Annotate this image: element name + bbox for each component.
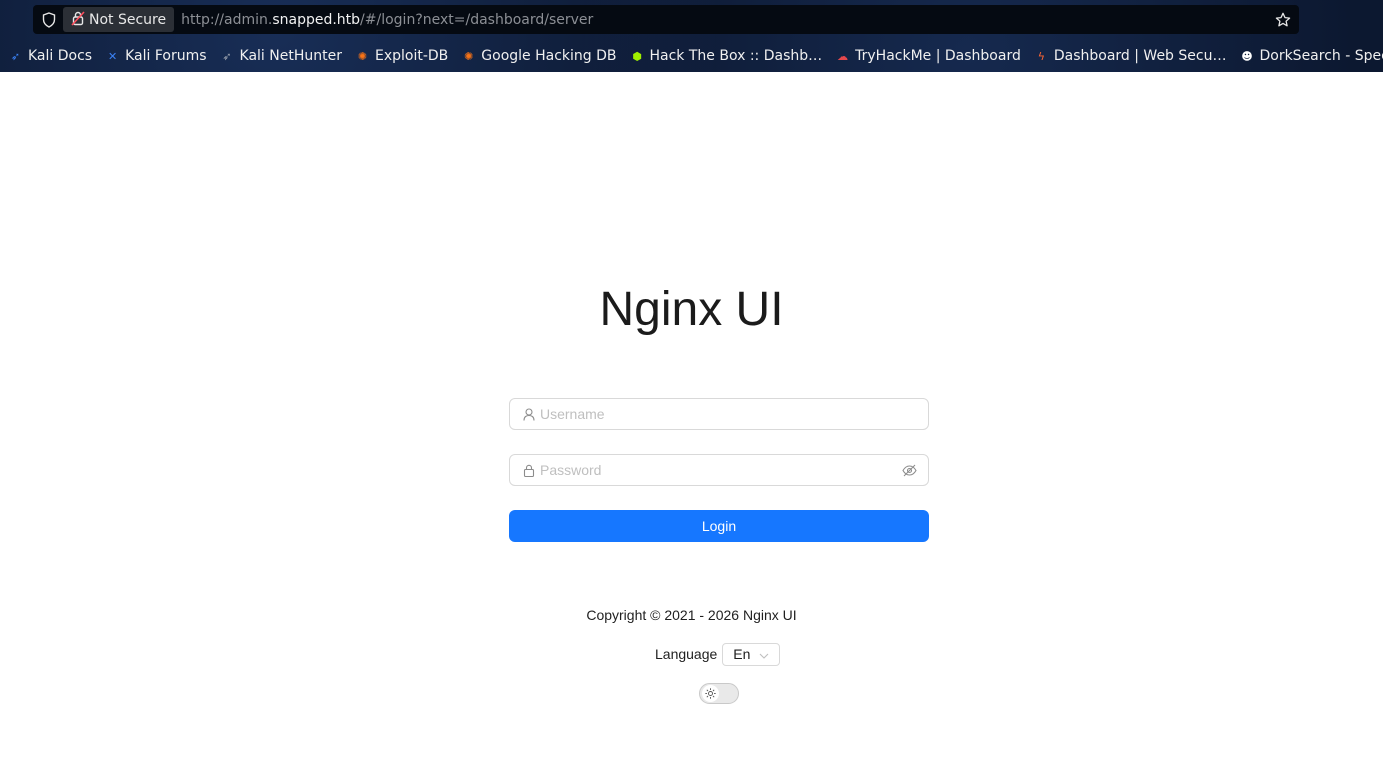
username-field[interactable] xyxy=(509,398,929,430)
kali-dragon-icon: ➶ xyxy=(222,49,232,63)
password-field[interactable] xyxy=(509,454,929,486)
login-button[interactable]: Login xyxy=(509,510,929,542)
theme-toggle[interactable] xyxy=(699,683,739,704)
url-text[interactable]: http://admin.snapped.htb/#/login?next=/d… xyxy=(181,12,1273,28)
bookmark-item[interactable]: ✺ Exploit-DB xyxy=(355,48,448,64)
address-bar[interactable]: Not Secure http://admin.snapped.htb/#/lo… xyxy=(33,5,1299,34)
chevron-down-icon xyxy=(759,646,769,662)
security-label: Not Secure xyxy=(89,11,167,28)
shield-icon[interactable] xyxy=(40,11,58,29)
language-row: Language En xyxy=(655,641,781,667)
exploit-db-icon: ✺ xyxy=(464,49,474,63)
bookmark-label: DorkSearch - Speed u… xyxy=(1259,48,1383,64)
bookmark-label: Hack The Box :: Dashb… xyxy=(649,48,823,64)
bookmark-label: Google Hacking DB xyxy=(481,48,617,64)
bookmark-star-icon[interactable] xyxy=(1273,10,1293,30)
browser-chrome: Not Secure http://admin.snapped.htb/#/lo… xyxy=(0,0,1383,72)
bookmark-label: TryHackMe | Dashboard xyxy=(855,48,1021,64)
security-badge[interactable]: Not Secure xyxy=(63,7,175,32)
bookmark-label: Kali Docs xyxy=(28,48,93,64)
bookmarks-toolbar: ➶ Kali Docs ✕ Kali Forums ➶ Kali NetHunter ✺ Ex… xyxy=(0,42,1383,70)
bookmark-label: Dashboard | Web Secu… xyxy=(1053,48,1227,64)
language-value: En xyxy=(733,646,751,662)
sun-icon xyxy=(702,685,719,702)
kali-forums-icon: ✕ xyxy=(107,49,118,63)
bookmark-item[interactable]: ⬢ Hack The Box :: Dashb… xyxy=(630,48,823,64)
url-path: /#/login?next=/dashboard/server xyxy=(360,11,594,28)
username-input[interactable] xyxy=(540,401,928,427)
bookmark-label: Kali NetHunter xyxy=(239,48,342,64)
bookmark-item[interactable]: ☻ DorkSearch - Speed u… xyxy=(1239,48,1383,64)
eye-invisible-icon[interactable] xyxy=(901,462,917,478)
bookmark-item[interactable]: ✕ Kali Forums xyxy=(105,48,207,64)
bookmark-item[interactable]: ☁ TryHackMe | Dashboard xyxy=(835,48,1021,64)
url-prefix: http://admin. xyxy=(181,11,273,28)
portswigger-icon: ϟ xyxy=(1037,49,1045,63)
language-select[interactable]: En xyxy=(722,642,781,666)
user-icon xyxy=(522,407,536,421)
url-host: snapped.htb xyxy=(272,11,361,28)
htb-cube-icon: ⬢ xyxy=(632,49,642,63)
bookmark-item[interactable]: ϟ Dashboard | Web Secu… xyxy=(1034,48,1227,64)
exploit-db-icon: ✺ xyxy=(357,49,368,63)
bookmark-item[interactable]: ✺ Google Hacking DB xyxy=(461,48,616,64)
language-label: Language xyxy=(655,646,718,662)
bookmark-item[interactable]: ➶ Kali Docs xyxy=(8,48,92,64)
thm-icon: ☁ xyxy=(837,49,849,63)
bookmark-item[interactable]: ➶ Kali NetHunter xyxy=(220,48,342,64)
copyright-text: Copyright © 2021 - 2026 Nginx UI xyxy=(586,607,797,623)
bookmark-label: Exploit-DB xyxy=(374,48,449,64)
bookmark-label: Kali Forums xyxy=(125,48,207,64)
kali-dragon-icon: ➶ xyxy=(10,49,21,63)
dorksearch-icon: ☻ xyxy=(1241,49,1253,63)
insecure-lock-icon xyxy=(71,10,85,30)
lock-icon xyxy=(522,463,536,477)
password-input[interactable] xyxy=(540,457,901,483)
page-title: Nginx UI xyxy=(599,283,784,336)
